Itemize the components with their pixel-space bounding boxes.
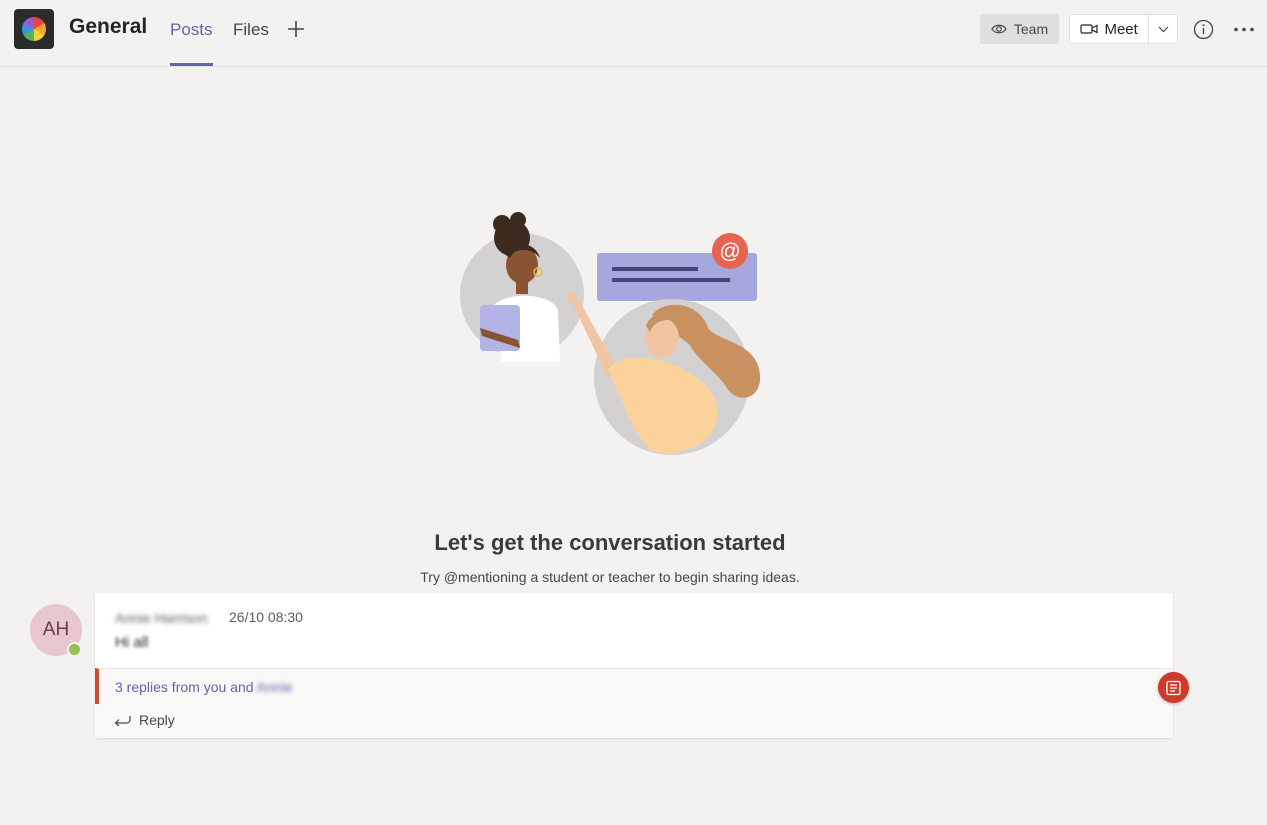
reader-icon [1166,680,1181,695]
post-body: Hi all [115,634,149,651]
team-logo[interactable] [14,9,54,49]
empty-state-subtitle: Try @mentioning a student or teacher to … [420,569,800,585]
meet-button-group: Meet [1069,14,1178,44]
channel-header: General Posts Files Team Meet [0,0,1267,67]
presence-available-icon [67,642,82,657]
info-icon[interactable] [1193,19,1214,40]
chevron-down-icon [1158,26,1169,32]
tab-posts[interactable]: Posts [170,20,213,40]
post-timestamp: 26/10 08:30 [229,609,303,625]
replies-name: Annie [256,679,293,695]
channel-title: General [69,15,148,38]
meet-button[interactable]: Meet [1070,15,1150,43]
replies-summary[interactable]: 3 replies from you and Annie [95,668,1173,704]
more-icon[interactable] [1232,19,1256,40]
svg-text:@: @ [719,240,740,263]
reply-label: Reply [139,712,175,728]
eye-icon [991,24,1007,34]
meet-button-label: Meet [1104,20,1138,38]
reply-row: Reply [95,704,1173,738]
post-author[interactable]: Annie Harrison [115,610,208,626]
immersive-reader-button[interactable] [1158,672,1189,703]
conversation-illustration: @ [460,212,761,455]
active-tab-indicator [170,63,213,66]
replies-link[interactable]: 3 replies from you and Annie [115,679,292,695]
empty-state-title: Let's get the conversation started [434,530,786,555]
post-card: Annie Harrison 26/10 08:30 Hi all 3 repl… [95,593,1173,738]
plus-icon[interactable] [286,19,306,39]
meet-dropdown-button[interactable] [1149,15,1177,43]
tab-files[interactable]: Files [233,20,269,40]
avatar-initials: AH [42,619,70,640]
team-button[interactable]: Team [980,14,1059,44]
team-button-label: Team [1013,21,1049,37]
reply-button[interactable]: Reply [114,712,175,728]
replies-prefix: 3 replies from you and [115,679,254,695]
team-wheel-icon [22,17,46,41]
reply-arrow-icon [114,716,131,726]
video-camera-icon [1080,24,1099,34]
